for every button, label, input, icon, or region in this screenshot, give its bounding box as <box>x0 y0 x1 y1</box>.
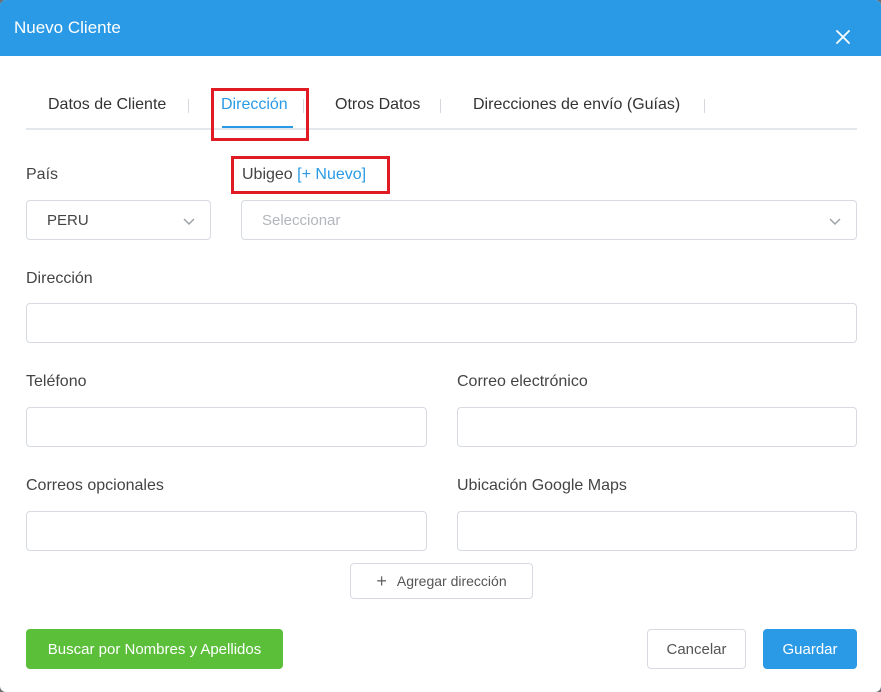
tab-shipping-addresses[interactable]: Direcciones de envío (Guías) <box>473 96 680 114</box>
phone-input[interactable] <box>26 407 427 447</box>
tab-bar: Datos de Cliente Dirección Otros Datos D… <box>26 86 857 130</box>
tab-client-data[interactable]: Datos de Cliente <box>48 96 166 114</box>
close-icon[interactable] <box>836 30 858 52</box>
search-by-names-button[interactable]: Buscar por Nombres y Apellidos <box>26 629 283 669</box>
country-label: País <box>26 166 59 183</box>
dialog-header: Nuevo Cliente <box>0 0 881 56</box>
plus-icon: + <box>376 571 387 591</box>
address-label: Dirección <box>26 270 93 287</box>
active-tab-indicator <box>222 126 293 128</box>
tab-separator <box>303 99 304 113</box>
new-client-dialog: Nuevo Cliente Datos de Cliente Dirección… <box>0 0 881 692</box>
maps-input[interactable] <box>457 511 857 551</box>
email-label: Correo electrónico <box>457 373 588 390</box>
chevron-down-icon <box>183 218 195 225</box>
tab-separator <box>704 99 705 113</box>
ubigeo-placeholder: Seleccionar <box>262 211 341 229</box>
country-select[interactable]: PERU <box>26 200 211 240</box>
ubigeo-new-link[interactable]: [+ Nuevo] <box>297 166 366 183</box>
tab-separator <box>440 99 441 113</box>
dialog-title: Nuevo Cliente <box>14 18 121 37</box>
save-button[interactable]: Guardar <box>763 629 857 669</box>
add-address-label: Agregar dirección <box>396 573 507 589</box>
ubigeo-label: Ubigeo [+ Nuevo] <box>242 166 366 184</box>
chevron-down-icon <box>829 218 841 225</box>
ubigeo-select[interactable]: Seleccionar <box>241 200 857 240</box>
address-input[interactable] <box>26 303 857 343</box>
maps-label: Ubicación Google Maps <box>457 477 627 494</box>
phone-label: Teléfono <box>26 373 87 390</box>
tab-other-data[interactable]: Otros Datos <box>335 96 420 114</box>
cancel-button[interactable]: Cancelar <box>647 629 746 669</box>
ubigeo-label-text: Ubigeo <box>242 166 293 183</box>
optional-emails-label: Correos opcionales <box>26 477 164 494</box>
tab-address[interactable]: Dirección <box>221 96 288 114</box>
email-input[interactable] <box>457 407 857 447</box>
add-address-button[interactable]: + Agregar dirección <box>350 563 533 599</box>
tab-separator <box>188 99 189 113</box>
optional-emails-input[interactable] <box>26 511 427 551</box>
country-value: PERU <box>47 211 89 229</box>
